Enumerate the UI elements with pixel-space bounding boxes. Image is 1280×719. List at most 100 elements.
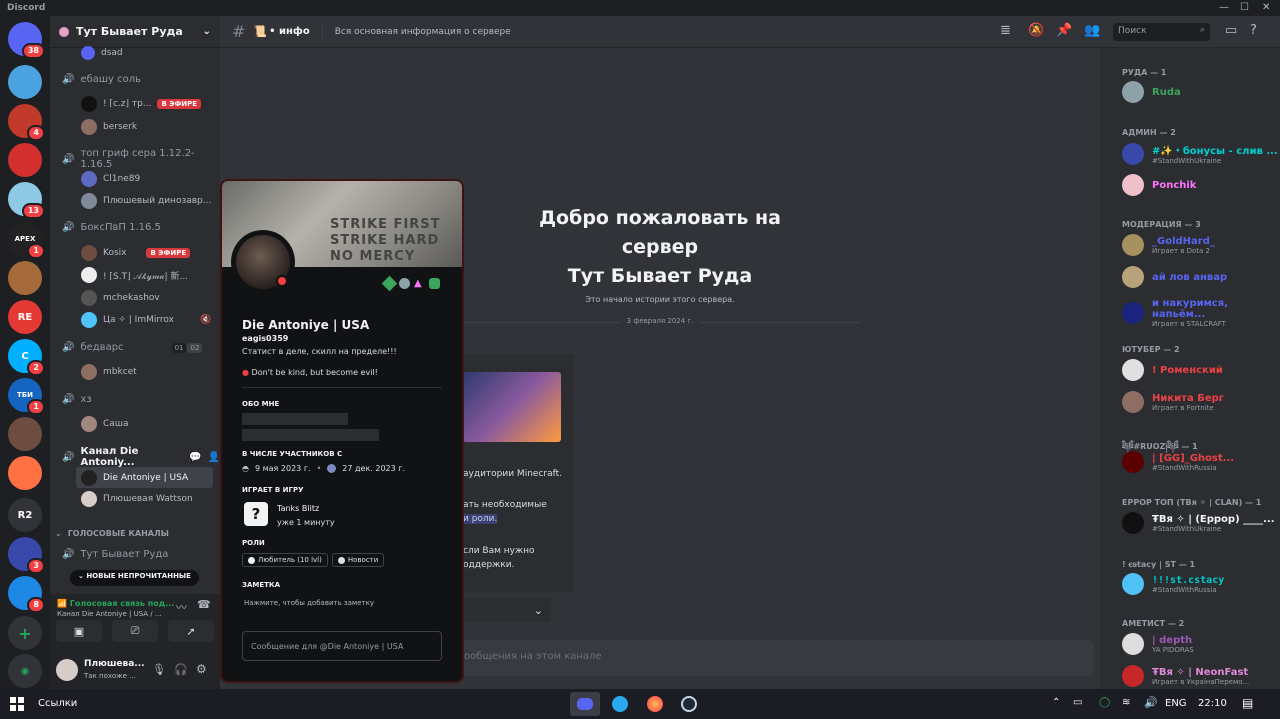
close-icon[interactable]: ✕ <box>1262 2 1270 13</box>
server-icon-button[interactable] <box>8 261 42 295</box>
quest-badge-icon[interactable] <box>429 278 440 289</box>
member-item[interactable]: | [GG]_Ghost... #StandWithRussia <box>1122 451 1234 473</box>
tray-app-icon[interactable]: ▭ <box>1073 697 1082 708</box>
server-icon-button[interactable] <box>8 65 42 99</box>
microphone-icon[interactable]: 🎙 <box>152 663 166 676</box>
user-name[interactable]: Плюшева... <box>84 659 145 669</box>
add-server-button[interactable]: + <box>8 616 42 650</box>
server-icon-button[interactable]: ТБИ 1 <box>8 378 45 415</box>
new-unread-pill[interactable]: ⌄ НОВЫЕ НЕПРОЧИТАННЫЕ <box>70 570 199 586</box>
voice-user[interactable]: Kosix В ЭФИРЕ <box>81 245 191 261</box>
voice-user[interactable]: dsad <box>81 46 123 60</box>
voice-user[interactable]: mchekashov <box>81 290 160 306</box>
server-icon-button[interactable]: 8 <box>8 576 45 613</box>
pin-icon[interactable]: 📌 <box>1056 23 1072 38</box>
firefox-taskbar-icon[interactable] <box>640 692 670 716</box>
voice-user[interactable]: mbkcet <box>81 364 137 380</box>
dm-message-input[interactable]: Сообщение для @Die Antoniye | USA <box>242 631 442 661</box>
member-item[interactable]: ! Роменский <box>1122 359 1223 381</box>
server-icon-button[interactable] <box>8 143 42 177</box>
clock[interactable]: 22:10 <box>1198 698 1227 709</box>
headphones-icon[interactable]: 🎧 <box>174 663 188 676</box>
member-item[interactable]: _GoldHard_ Играет в Dota 2 <box>1122 234 1215 256</box>
role-mention[interactable]: и роли. <box>463 514 498 524</box>
nitro-badge-icon[interactable]: ▲ <box>414 278 425 289</box>
voice-user[interactable]: Саша <box>81 416 129 432</box>
server-header[interactable]: Тут Бывает Руда ⌄ <box>50 16 220 48</box>
member-item[interactable]: | depth YA PIDORAS <box>1122 633 1194 655</box>
help-icon[interactable]: ? <box>1250 23 1257 38</box>
server-icon-button[interactable]: 3 <box>8 537 45 574</box>
notifications-icon[interactable]: ▤ <box>1242 696 1253 710</box>
member-item[interactable]: Никита Берг Играет в Fortnite <box>1122 391 1224 413</box>
input-language[interactable]: ENG <box>1165 698 1187 709</box>
screen-share-button[interactable]: ⎚ <box>112 620 158 642</box>
member-item[interactable]: ай лов анвар <box>1122 266 1227 288</box>
member-item[interactable]: !!!st.cstacy #StandWithRussia <box>1122 573 1224 595</box>
note-input[interactable]: Нажмите, чтобы добавить заметку <box>244 599 374 607</box>
server-icon-button[interactable] <box>8 456 42 490</box>
chevron-down-icon[interactable]: ⌄ <box>203 26 211 37</box>
voice-status[interactable]: 📶 Голосовая связь под... <box>57 599 174 608</box>
add-user-icon[interactable]: 👤 <box>208 452 220 463</box>
server-icon-button[interactable]: APEX 1 <box>8 222 45 259</box>
server-icon-button[interactable]: 13 <box>8 182 45 219</box>
hypesquad-badge-icon[interactable] <box>381 275 398 292</box>
explore-servers-button[interactable]: ◉ <box>8 654 42 688</box>
voice-channel[interactable]: 🔊 ебашу соль <box>62 74 141 85</box>
search-input[interactable]: Поиск ⌕ <box>1113 23 1210 41</box>
camera-off-button[interactable]: ▣ <box>56 620 102 642</box>
telegram-taskbar-icon[interactable] <box>605 692 635 716</box>
server-icon-button[interactable]: 4 <box>8 104 45 141</box>
member-item[interactable]: ŦBя ✧ | NeonFast Играет в УкраїнаПеремо..… <box>1122 665 1249 687</box>
voice-user[interactable]: Cl1ne89 <box>81 171 140 187</box>
voice-user[interactable]: ! ⌈c.z⌋ тр... В ЭФИРЕ <box>81 96 202 112</box>
role-chip[interactable]: Любитель (10 lvl) <box>242 553 328 567</box>
voice-user[interactable]: berserk <box>81 119 137 135</box>
role-chip[interactable]: Новости <box>331 553 385 567</box>
wifi-icon[interactable]: ≋ <box>1122 697 1130 708</box>
member-item[interactable]: Ruda <box>1122 81 1181 103</box>
voice-channel[interactable]: 🔊 топ гриф сера 1.12.2-1.16.5 <box>62 148 220 170</box>
voice-channel[interactable]: 🔊 бедварс 01 02 <box>62 342 203 353</box>
volume-icon[interactable]: 🔊 <box>1144 696 1158 709</box>
chat-icon[interactable]: 💬 <box>189 452 201 463</box>
avatar[interactable] <box>56 659 78 681</box>
discord-taskbar-icon[interactable] <box>570 692 600 716</box>
noise-suppression-icon[interactable]: 〰 <box>176 599 187 615</box>
voice-user-selected[interactable]: Die Antoniye | USA <box>76 467 213 488</box>
server-icon-button[interactable]: C2 <box>8 339 45 376</box>
server-icon-button[interactable] <box>8 417 42 451</box>
minimize-icon[interactable]: — <box>1219 2 1229 13</box>
links-toolbar[interactable]: Ссылки <box>38 698 77 709</box>
server-icon-button[interactable]: RE <box>8 300 42 334</box>
settings-gear-icon[interactable]: ⚙ <box>196 662 207 676</box>
member-list-icon[interactable]: 👥 <box>1084 23 1100 38</box>
member-item[interactable]: Ponchik <box>1122 174 1196 196</box>
steam-taskbar-icon[interactable] <box>674 692 704 716</box>
voice-channel[interactable]: 🔊 хз <box>62 394 92 405</box>
windows-start-icon[interactable] <box>10 697 24 711</box>
server-icon-button[interactable]: R2 <box>8 498 42 532</box>
member-item[interactable]: и накуримся, напьём... Играет в STALCRAFT <box>1122 298 1280 328</box>
disconnect-icon[interactable]: ☎ <box>197 598 211 611</box>
message-input[interactable]: ообщения на этом канале <box>446 640 1094 676</box>
home-dm-button[interactable]: 38 <box>8 22 45 59</box>
voice-channel[interactable]: 🔊 БоксПвП 1.16.5 <box>62 222 161 233</box>
voice-user[interactable]: ! ⌈S.T⌋ 𝒜𝓀𝓎𝓂𝒶| 新... <box>81 267 188 283</box>
channel-topic[interactable]: Вся основная информация о сервере <box>335 27 511 37</box>
voice-channel-name[interactable]: Канал Die Antoniye | USA / ... <box>57 610 162 618</box>
inbox-icon[interactable]: ▭ <box>1225 23 1237 38</box>
member-item[interactable]: #✨・бонусы - слив ... #StandWithUkraine <box>1122 142 1278 165</box>
maximize-icon[interactable]: ☐ <box>1240 2 1249 13</box>
category-voice[interactable]: ⌄ ГОЛОСОВЫЕ КАНАЛЫ <box>55 529 169 538</box>
activity-button[interactable]: ➚ <box>168 620 214 642</box>
voice-channel-active[interactable]: 🔊 Канал Die Antoniy... 💬 👤 <box>62 446 220 468</box>
tray-chevron-up-icon[interactable]: ⌃ <box>1052 697 1060 708</box>
notifications-muted-icon[interactable]: 🔕 <box>1028 23 1044 38</box>
voice-user[interactable]: Плюшевая Wattson <box>81 491 193 507</box>
member-item[interactable]: ŦBя ✧ | (Еррор) ____... #StandWithUkraine <box>1122 512 1275 534</box>
voice-user[interactable]: Плюшевый динозавр... <box>81 193 211 209</box>
voice-channel[interactable]: 🔊 Тут Бывает Руда <box>62 549 168 560</box>
tray-status-icon[interactable]: ◯ <box>1099 697 1110 708</box>
